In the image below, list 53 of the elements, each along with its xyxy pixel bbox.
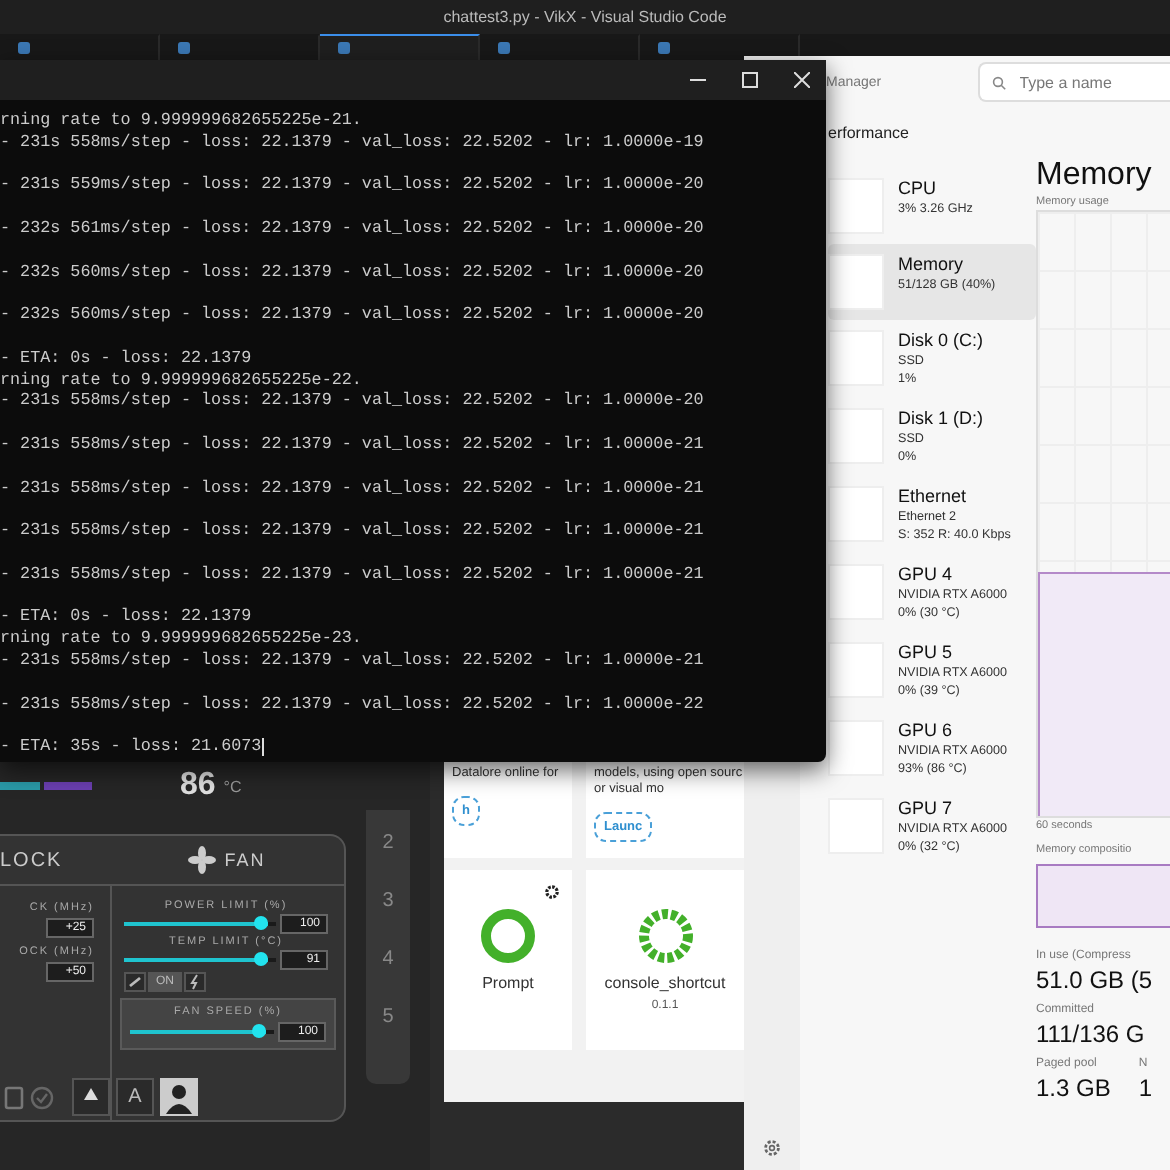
terminal-line: - 231s 558ms/step - loss: 22.1379 - val_loss: 22.5202 - lr: 1.0000e-21 bbox=[0, 520, 704, 542]
python-file-icon bbox=[496, 40, 512, 56]
terminal-line: - 231s 558ms/step - loss: 22.1379 - val_loss: 22.5202 - lr: 1.0000e-20 bbox=[0, 390, 704, 413]
python-file-icon bbox=[16, 40, 32, 56]
settings-icon[interactable] bbox=[544, 884, 560, 900]
terminal-line: - 231s 558ms/step - loss: 22.1379 - val_loss: 22.5202 - lr: 1.0000e-21 bbox=[0, 563, 704, 586]
terminal-line: - 231s 558ms/step - loss: 22.1379 - val_loss: 22.5202 - lr: 1.0000e-21 bbox=[0, 477, 704, 499]
save-icon[interactable] bbox=[4, 1085, 24, 1109]
terminal-line: rning rate to 9.999999682655225e-22. bbox=[0, 369, 362, 391]
terminal-line: - ETA: 0s - loss: 22.1379 bbox=[0, 347, 252, 370]
terminal-line: - 232s 561ms/step - loss: 22.1379 - val_loss: 22.5202 - lr: 1.0000e-20 bbox=[0, 217, 704, 240]
memory-composition-bar bbox=[1036, 864, 1170, 928]
terminal-line: - 232s 560ms/step - loss: 22.1379 - val_loss: 22.5202 - lr: 1.0000e-20 bbox=[0, 261, 704, 283]
app-name: Prompt bbox=[482, 974, 534, 992]
python-file-icon bbox=[336, 40, 352, 56]
terminal-line: - 232s 560ms/step - loss: 22.1379 - val_loss: 22.5202 - lr: 1.0000e-20 bbox=[0, 304, 704, 326]
ring-logo-icon bbox=[478, 906, 538, 966]
editor-tab[interactable] bbox=[320, 34, 480, 60]
link-icon[interactable] bbox=[124, 972, 146, 992]
bolt-icon[interactable] bbox=[184, 972, 206, 992]
python-file-icon bbox=[176, 40, 192, 56]
terminal-line: - 231s 559ms/step - loss: 22.1379 - val_loss: 22.5202 - lr: 1.0000e-20 bbox=[0, 174, 704, 197]
section-title: erformance bbox=[828, 122, 911, 146]
temperature-reading: 86 bbox=[180, 768, 216, 804]
temperature-unit: °C bbox=[223, 777, 242, 795]
level-strip-icon bbox=[0, 782, 92, 790]
terminal-line: rning rate to 9.999999682655225e-21. bbox=[0, 110, 362, 132]
python-file-icon bbox=[656, 40, 672, 56]
terminal-line: - 231s 558ms/step - loss: 22.1379 - val_loss: 22.5202 - lr: 1.0000e-19 bbox=[0, 131, 704, 154]
stat-value: 111/136 G bbox=[1036, 1020, 1145, 1048]
stat-value: 51.0 GB (5 bbox=[1036, 966, 1153, 994]
text-cursor-icon bbox=[261, 738, 264, 756]
auto-button[interactable]: A bbox=[116, 1078, 154, 1116]
window-title: chattest3.py - VikX - Visual Studio Code bbox=[443, 8, 727, 26]
maximize-icon[interactable] bbox=[742, 72, 758, 88]
search-field[interactable]: Type a name bbox=[977, 62, 1170, 102]
app-name: console_shortcut bbox=[604, 974, 726, 992]
terminal-line: - 231s 558ms/step - loss: 22.1379 - val_loss: 22.5202 - lr: 1.0000e-21 bbox=[0, 649, 704, 672]
fan-icon bbox=[188, 846, 217, 874]
close-icon[interactable] bbox=[794, 72, 810, 88]
terminal-line: rning rate to 9.999999682655225e-23. bbox=[0, 628, 362, 650]
terminal-line: - 231s 558ms/step - loss: 22.1379 - val_loss: 22.5202 - lr: 1.0000e-21 bbox=[0, 433, 704, 456]
check-circle-icon[interactable] bbox=[30, 1085, 54, 1109]
terminal-line: - 231s 558ms/step - loss: 22.1379 - val_loss: 22.5202 - lr: 1.0000e-22 bbox=[0, 693, 704, 715]
user-icon[interactable] bbox=[160, 1078, 198, 1116]
ring-logo-icon bbox=[635, 906, 695, 966]
panel-header: FAN bbox=[224, 850, 266, 870]
terminal-line: - ETA: 35s - loss: 21.6073 bbox=[0, 736, 262, 758]
stat-value: 1 bbox=[1138, 1074, 1153, 1102]
stat-value: 1.3 GB bbox=[1036, 1074, 1111, 1102]
panel-title: Memory bbox=[1036, 158, 1154, 194]
panel-header: LOCK bbox=[0, 849, 65, 871]
terminal-line: - ETA: 0s - loss: 22.1379 bbox=[0, 606, 252, 629]
